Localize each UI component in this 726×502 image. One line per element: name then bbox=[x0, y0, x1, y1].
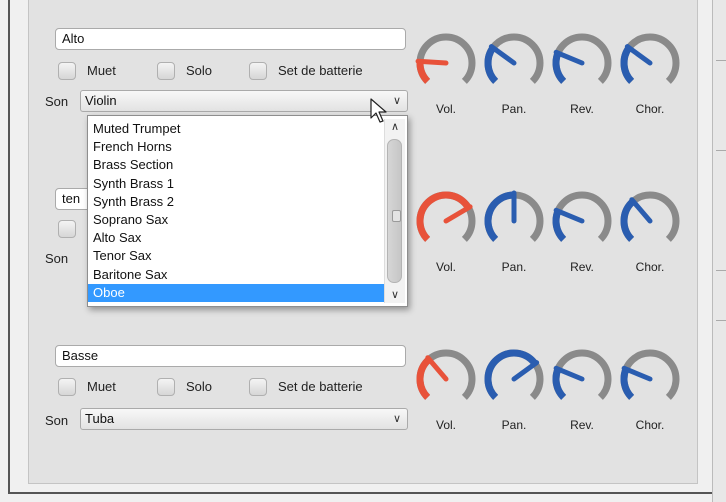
dropdown-option[interactable]: Oboe bbox=[88, 283, 384, 302]
chor-knob[interactable] bbox=[617, 30, 683, 96]
chevron-down-icon: ∨ bbox=[392, 95, 401, 107]
pan-knob[interactable] bbox=[481, 188, 547, 254]
sound-select[interactable]: Tuba ∨ bbox=[80, 408, 408, 430]
mouse-pointer-icon bbox=[370, 98, 387, 123]
sound-label: Son bbox=[45, 413, 69, 428]
sound-select-value: Tuba bbox=[85, 411, 115, 426]
dropdown-option[interactable]: Alto Sax bbox=[88, 229, 384, 247]
sound-label: Son bbox=[45, 94, 69, 109]
knob-label: Pan. bbox=[501, 102, 527, 116]
sound-dropdown-list[interactable]: Muted Trumpet French Horns Brass Section Sy… bbox=[87, 115, 408, 307]
pan-knob[interactable] bbox=[481, 346, 547, 412]
knob-label: Vol. bbox=[435, 260, 456, 274]
knob-label: Pan. bbox=[501, 260, 527, 274]
dropdown-option[interactable]: Brass Section bbox=[88, 156, 384, 174]
vol-knob[interactable] bbox=[413, 30, 479, 96]
rev-knob[interactable] bbox=[549, 30, 615, 96]
rev-knob[interactable] bbox=[549, 188, 615, 254]
drumset-checkbox[interactable] bbox=[249, 378, 267, 396]
dropdown-option[interactable]: Tenor Sax bbox=[88, 247, 384, 265]
pan-knob[interactable] bbox=[481, 30, 547, 96]
dropdown-option[interactable]: Baritone Sax bbox=[88, 266, 384, 284]
solo-checkbox[interactable] bbox=[157, 62, 175, 80]
chor-knob[interactable] bbox=[617, 188, 683, 254]
right-scrollbar-edge bbox=[712, 0, 726, 502]
solo-checkbox[interactable] bbox=[157, 378, 175, 396]
chevron-down-icon[interactable]: ∨ bbox=[385, 287, 405, 303]
dropdown-scrollbar[interactable]: ∧ ∨ bbox=[384, 119, 405, 303]
solo-label: Solo bbox=[186, 379, 213, 394]
mute-label: Muet bbox=[87, 379, 116, 394]
knob-label: Rev. bbox=[570, 260, 594, 274]
scrollbar-thumb[interactable] bbox=[387, 139, 402, 283]
drumset-label: Set de batterie bbox=[278, 63, 363, 78]
mute-checkbox[interactable] bbox=[58, 220, 76, 238]
knob-label: Pan. bbox=[501, 418, 527, 432]
drumset-checkbox[interactable] bbox=[249, 62, 267, 80]
dropdown-option[interactable]: Synth Brass 2 bbox=[88, 193, 384, 211]
chor-knob[interactable] bbox=[617, 346, 683, 412]
dropdown-option[interactable]: Muted Trumpet bbox=[88, 120, 384, 138]
knob-label: Chor. bbox=[635, 418, 665, 432]
knob-label: Vol. bbox=[435, 418, 456, 432]
track-name-field[interactable]: Basse bbox=[55, 345, 406, 367]
track-name-field[interactable]: Alto bbox=[55, 28, 406, 50]
dropdown-option[interactable]: French Horns bbox=[88, 138, 384, 156]
vol-knob[interactable] bbox=[413, 188, 479, 254]
knob-label: Chor. bbox=[635, 260, 665, 274]
dropdown-option[interactable]: Soprano Sax bbox=[88, 211, 384, 229]
knob-label: Rev. bbox=[570, 418, 594, 432]
mute-checkbox[interactable] bbox=[58, 378, 76, 396]
knob-label: Chor. bbox=[635, 102, 665, 116]
sound-label: Son bbox=[45, 251, 69, 266]
drumset-label: Set de batterie bbox=[278, 379, 363, 394]
sound-select[interactable]: Violin ∨ bbox=[80, 90, 408, 112]
mute-checkbox[interactable] bbox=[58, 62, 76, 80]
mute-label: Muet bbox=[87, 63, 116, 78]
knob-label: Vol. bbox=[435, 102, 456, 116]
rev-knob[interactable] bbox=[549, 346, 615, 412]
chevron-down-icon: ∨ bbox=[392, 413, 401, 425]
vol-knob[interactable] bbox=[413, 346, 479, 412]
knob-label: Rev. bbox=[570, 102, 594, 116]
dropdown-option[interactable]: Synth Brass 1 bbox=[88, 175, 384, 193]
sound-select-value: Violin bbox=[85, 93, 117, 108]
solo-label: Solo bbox=[186, 63, 213, 78]
